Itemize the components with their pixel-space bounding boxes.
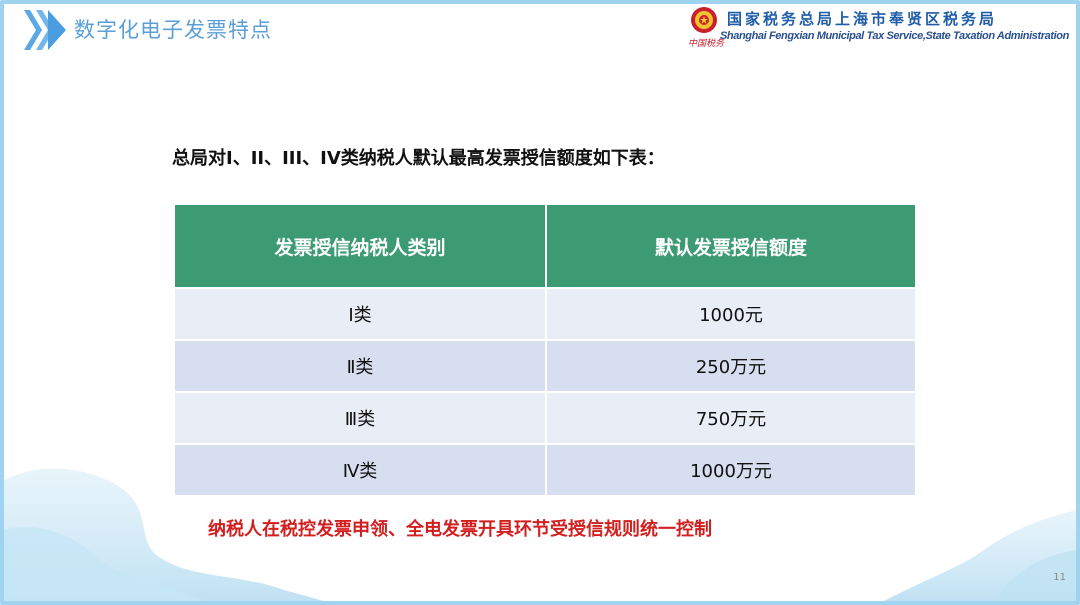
rule-note: 纳税人在税控发票申领、全电发票开具环节受授信规则统一控制 (208, 519, 712, 540)
cell-category: Ⅰ类 (175, 287, 547, 340)
table-row: Ⅳ类 1000万元 (175, 443, 915, 495)
column-header-category: 发票授信纳税人类别 (175, 205, 547, 288)
tax-emblem-icon (691, 7, 717, 33)
column-header-quota: 默认发票授信额度 (546, 205, 915, 288)
cell-quota: 750万元 (546, 391, 915, 444)
cell-category: Ⅱ类 (175, 339, 547, 392)
org-name-en: Shanghai Fengxian Municipal Tax Service,… (720, 30, 1069, 42)
table-row: Ⅲ类 750万元 (175, 391, 915, 444)
page-number: 11 (1053, 572, 1066, 583)
cell-category: Ⅲ类 (175, 391, 547, 444)
org-name-cn: 国家税务总局上海市奉贤区税务局 (727, 10, 998, 28)
chevron-arrows-icon (24, 10, 66, 50)
intro-text: 总局对I、II、III、IV类纳税人默认最高发票授信额度如下表： (172, 148, 665, 169)
brand-mark: 中国税务 (688, 39, 725, 49)
cell-quota: 1000元 (546, 287, 915, 340)
table-row: Ⅰ类 1000元 (175, 287, 915, 340)
cell-category: Ⅳ类 (175, 443, 547, 495)
table-row: Ⅱ类 250万元 (175, 339, 915, 392)
cell-quota: 250万元 (546, 339, 915, 392)
credit-quota-table: 发票授信纳税人类别 默认发票授信额度 Ⅰ类 1000元 Ⅱ类 250万元 Ⅲ类 … (175, 205, 915, 495)
slide-title: 数字化电子发票特点 (74, 18, 272, 42)
table-header-row: 发票授信纳税人类别 默认发票授信额度 (175, 205, 915, 288)
cell-quota: 1000万元 (546, 443, 915, 495)
